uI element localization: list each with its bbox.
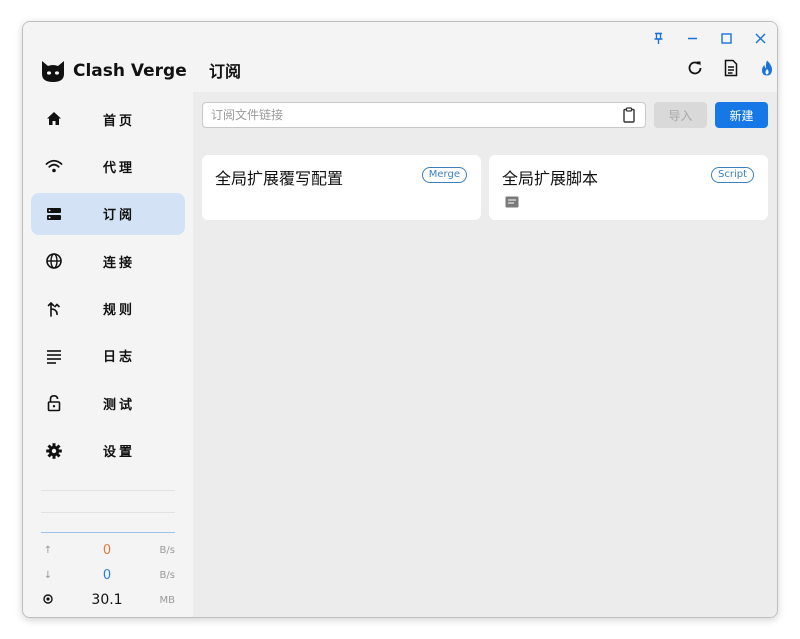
card-type-badge: Merge <box>421 167 467 183</box>
minimize-button[interactable] <box>681 28 703 48</box>
app-name: Clash Verge <box>73 61 187 81</box>
divider <box>41 490 175 491</box>
refresh-icon <box>688 61 702 75</box>
sidebar-item-label: 连接 <box>103 255 136 271</box>
main-area: 订阅 导入 <box>193 22 777 617</box>
clash-core-button[interactable] <box>755 56 777 80</box>
download-unit: B/s <box>159 569 175 581</box>
sidebar-item-label: 首页 <box>103 113 136 129</box>
sidebar-item-connections[interactable]: 连接 <box>31 240 185 282</box>
import-button[interactable]: 导入 <box>654 102 707 128</box>
document-icon <box>724 59 738 77</box>
sidebar-item-label: 代理 <box>103 160 136 176</box>
sidebar-item-test[interactable]: 测试 <box>31 382 185 424</box>
arrow-down-icon: ↓ <box>43 569 53 581</box>
app-window: Clash Verge 首页 代理 订阅 连接 规则 日志 测试 设置 ↑ 0 … <box>22 21 778 618</box>
page-title: 订阅 <box>209 62 242 81</box>
card-title: 全局扩展覆写配置 <box>215 169 344 188</box>
upload-unit: B/s <box>159 544 175 556</box>
sidebar-item-label: 设置 <box>103 445 136 461</box>
paste-button[interactable] <box>621 107 637 123</box>
subscription-url-input[interactable] <box>202 102 646 128</box>
pin-button[interactable] <box>647 28 669 48</box>
traffic-graph <box>41 532 175 533</box>
file-icon <box>505 196 519 208</box>
sidebar-item-label: 规则 <box>103 303 136 319</box>
pin-icon <box>654 32 662 44</box>
new-button[interactable]: 新建 <box>715 102 768 128</box>
refresh-button[interactable] <box>683 56 707 80</box>
cat-logo-icon <box>42 61 64 82</box>
sidebar-item-rules[interactable]: 规则 <box>31 288 185 330</box>
divider <box>41 512 175 513</box>
wifi-icon <box>45 157 63 175</box>
sidebar-item-home[interactable]: 首页 <box>31 98 185 140</box>
home-icon <box>45 110 63 128</box>
gear-icon <box>45 442 63 460</box>
sidebar-item-label: 测试 <box>103 397 136 413</box>
list-icon <box>45 347 63 365</box>
download-speed: ↓ 0 B/s <box>41 566 175 584</box>
profile-card-merge[interactable]: 全局扩展覆写配置 Merge <box>202 155 481 220</box>
download-value: 0 <box>102 567 112 583</box>
globe-icon <box>45 252 63 270</box>
maximize-icon <box>720 32 732 44</box>
upload-value: 0 <box>102 542 112 558</box>
memory-usage: 30.1 MB <box>41 591 175 609</box>
memory-value: 30.1 <box>91 592 123 608</box>
lock-icon <box>45 394 63 412</box>
sidebar-item-subscription[interactable]: 订阅 <box>31 192 185 235</box>
maximize-button[interactable] <box>715 28 737 48</box>
clipboard-icon <box>623 107 635 123</box>
profile-card-script[interactable]: 全局扩展脚本 Script <box>489 155 768 220</box>
card-type-badge: Script <box>710 167 754 183</box>
card-title: 全局扩展脚本 <box>502 169 599 188</box>
titlebar: 订阅 <box>193 22 777 92</box>
upload-speed: ↑ 0 B/s <box>41 541 175 559</box>
sidebar-item-label: 日志 <box>103 350 136 366</box>
sidebar-nav: 首页 代理 订阅 连接 规则 日志 测试 设置 <box>31 98 185 477</box>
arrow-up-icon: ↑ <box>43 544 53 556</box>
subscription-icon <box>45 205 63 223</box>
brand: Clash Verge <box>39 56 187 86</box>
sidebar: Clash Verge 首页 代理 订阅 连接 规则 日志 测试 设置 ↑ 0 … <box>23 22 193 617</box>
flame-icon <box>762 60 772 76</box>
sidebar-item-settings[interactable]: 设置 <box>31 430 185 472</box>
fork-icon <box>45 300 63 318</box>
close-icon <box>755 33 765 43</box>
log-button[interactable] <box>719 56 743 80</box>
memory-unit: MB <box>159 594 176 606</box>
minimize-icon <box>687 37 697 39</box>
sidebar-item-proxy[interactable]: 代理 <box>31 145 185 187</box>
close-button[interactable] <box>749 28 771 48</box>
memory-icon <box>41 593 55 607</box>
sidebar-item-logs[interactable]: 日志 <box>31 335 185 377</box>
sidebar-item-label: 订阅 <box>103 208 136 224</box>
